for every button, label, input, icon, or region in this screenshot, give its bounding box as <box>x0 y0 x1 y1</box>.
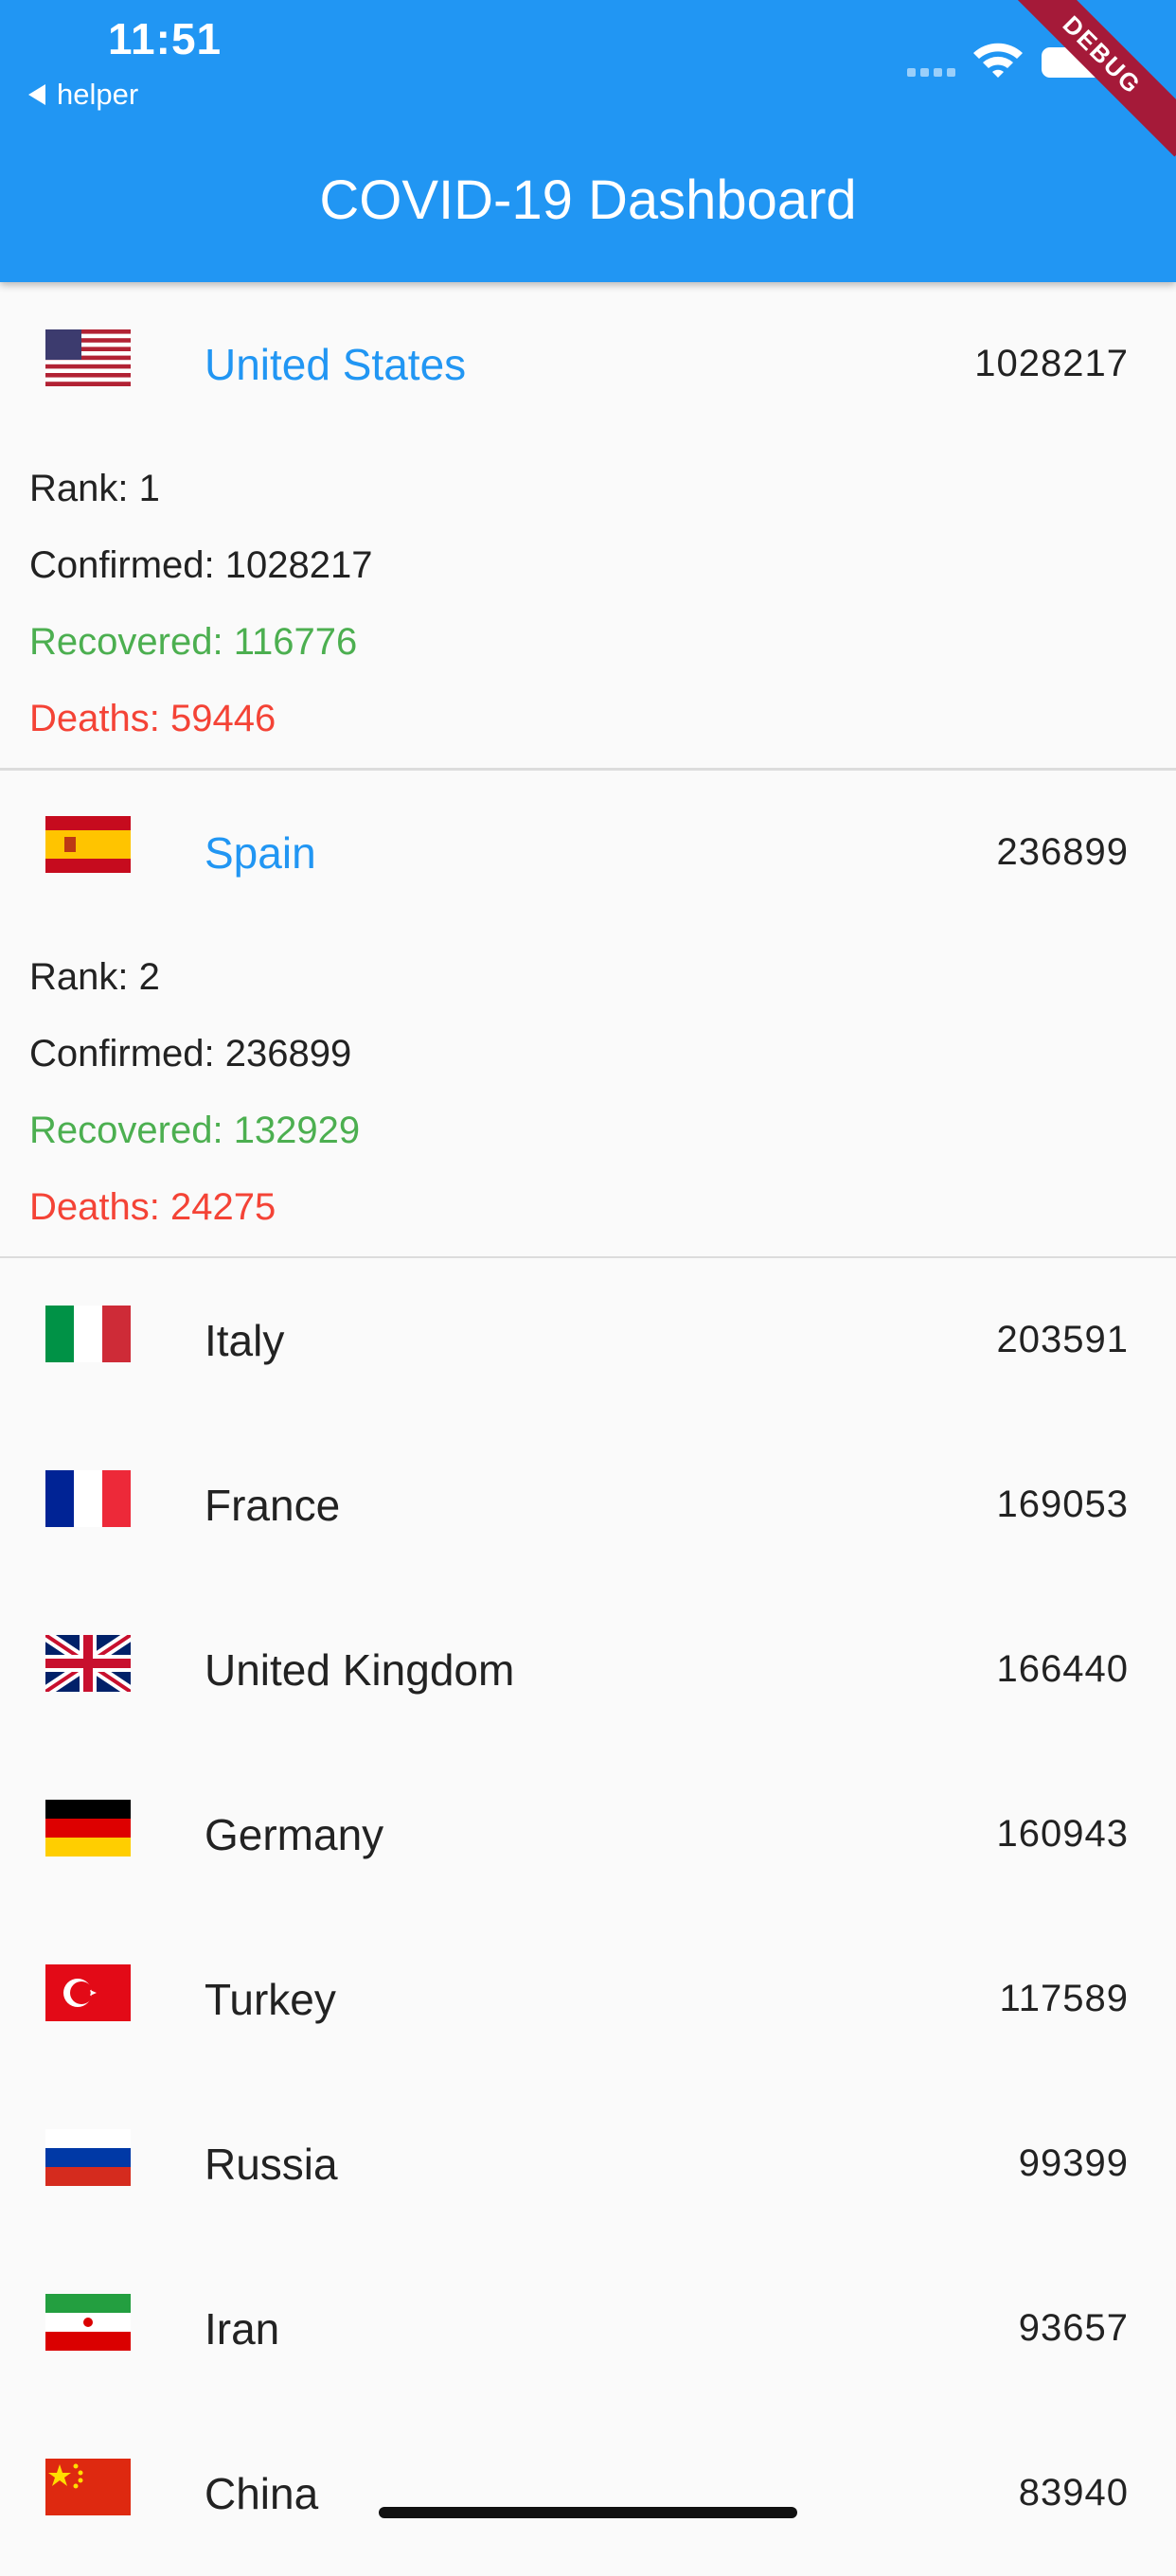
country-row[interactable]: United Kingdom 166440 <box>0 1588 1176 1752</box>
home-indicator[interactable] <box>379 2507 797 2518</box>
confirmed-value: 1028217 <box>224 544 373 586</box>
back-app-label: helper <box>57 78 139 111</box>
recovered-value: 132929 <box>233 1110 361 1151</box>
country-name: Italy <box>205 1316 285 1365</box>
country-count: 160943 <box>996 1813 1129 1855</box>
country-count: 166440 <box>996 1648 1129 1690</box>
country-row[interactable]: Russia 99399 <box>0 2082 1176 2247</box>
us-flag-icon <box>45 329 131 386</box>
deaths-line: Deaths: 24275 <box>29 1186 276 1228</box>
country-name: Germany <box>205 1810 384 1859</box>
country-row-expanded[interactable]: Spain 236899 Rank: 2 Confirmed: 236899 R… <box>0 771 1176 1258</box>
country-count: 236899 <box>996 831 1129 873</box>
country-row-expanded[interactable]: United States 1028217 Rank: 1 Confirmed:… <box>0 282 1176 771</box>
country-row[interactable]: Iran 93657 <box>0 2247 1176 2411</box>
germany-flag-icon <box>45 1800 131 1856</box>
country-list: United States 1028217 Rank: 1 Confirmed:… <box>0 282 1176 2576</box>
recovered-value: 116776 <box>233 621 358 663</box>
country-count: 169053 <box>996 1483 1129 1525</box>
deaths-value: 59446 <box>169 698 276 739</box>
country-name: Iran <box>205 2304 280 2354</box>
country-name: United States <box>205 340 467 389</box>
country-count: 203591 <box>996 1319 1129 1360</box>
confirmed-line: Confirmed: 1028217 <box>29 544 373 586</box>
russia-flag-icon <box>45 2129 131 2186</box>
confirmed-line: Confirmed: 236899 <box>29 1033 352 1075</box>
country-count: 93657 <box>1018 2307 1129 2349</box>
recovered-line: Recovered: 116776 <box>29 621 358 663</box>
page-title: COVID-19 Dashboard <box>319 169 857 231</box>
rank-value: 1 <box>138 468 160 509</box>
app-bar: 11:51 helper COVID-19 Dashboard DEBUG <box>0 0 1176 282</box>
rank-line: Rank: 2 <box>29 956 160 998</box>
country-name: Spain <box>205 828 316 878</box>
country-name: China <box>205 2469 319 2518</box>
confirmed-value: 236899 <box>224 1033 352 1075</box>
wifi-icon <box>973 43 1023 78</box>
country-row[interactable]: Italy 203591 <box>0 1258 1176 1423</box>
rank-value: 2 <box>138 956 160 998</box>
iran-flag-icon <box>45 2294 131 2351</box>
country-name: France <box>205 1481 341 1530</box>
deaths-line: Deaths: 59446 <box>29 698 276 739</box>
country-count: 117589 <box>999 1978 1129 2019</box>
rank-line: Rank: 1 <box>29 468 160 509</box>
country-count: 1028217 <box>974 343 1129 384</box>
country-row[interactable]: Germany 160943 <box>0 1752 1176 1917</box>
country-name: United Kingdom <box>205 1645 515 1695</box>
country-count: 83940 <box>1018 2472 1129 2514</box>
status-time: 11:51 <box>108 14 223 63</box>
debug-banner: DEBUG <box>1000 0 1176 157</box>
france-flag-icon <box>45 1470 131 1527</box>
china-flag-icon <box>45 2459 131 2515</box>
cellular-signal-icon <box>907 68 955 77</box>
deaths-value: 24275 <box>169 1186 276 1228</box>
country-row[interactable]: China 83940 <box>0 2411 1176 2576</box>
country-name: Russia <box>205 2140 338 2189</box>
country-row[interactable]: Turkey 117589 <box>0 1917 1176 2082</box>
recovered-line: Recovered: 132929 <box>29 1110 361 1151</box>
spain-flag-icon <box>45 816 131 873</box>
country-name: Turkey <box>205 1975 336 2024</box>
turkey-flag-icon <box>45 1964 131 2021</box>
back-to-app-link[interactable]: helper <box>28 78 138 112</box>
country-count: 99399 <box>1018 2142 1129 2184</box>
italy-flag-icon <box>45 1306 131 1362</box>
uk-flag-icon <box>45 1635 131 1692</box>
country-row[interactable]: France 169053 <box>0 1423 1176 1588</box>
back-arrow-icon <box>28 84 45 105</box>
